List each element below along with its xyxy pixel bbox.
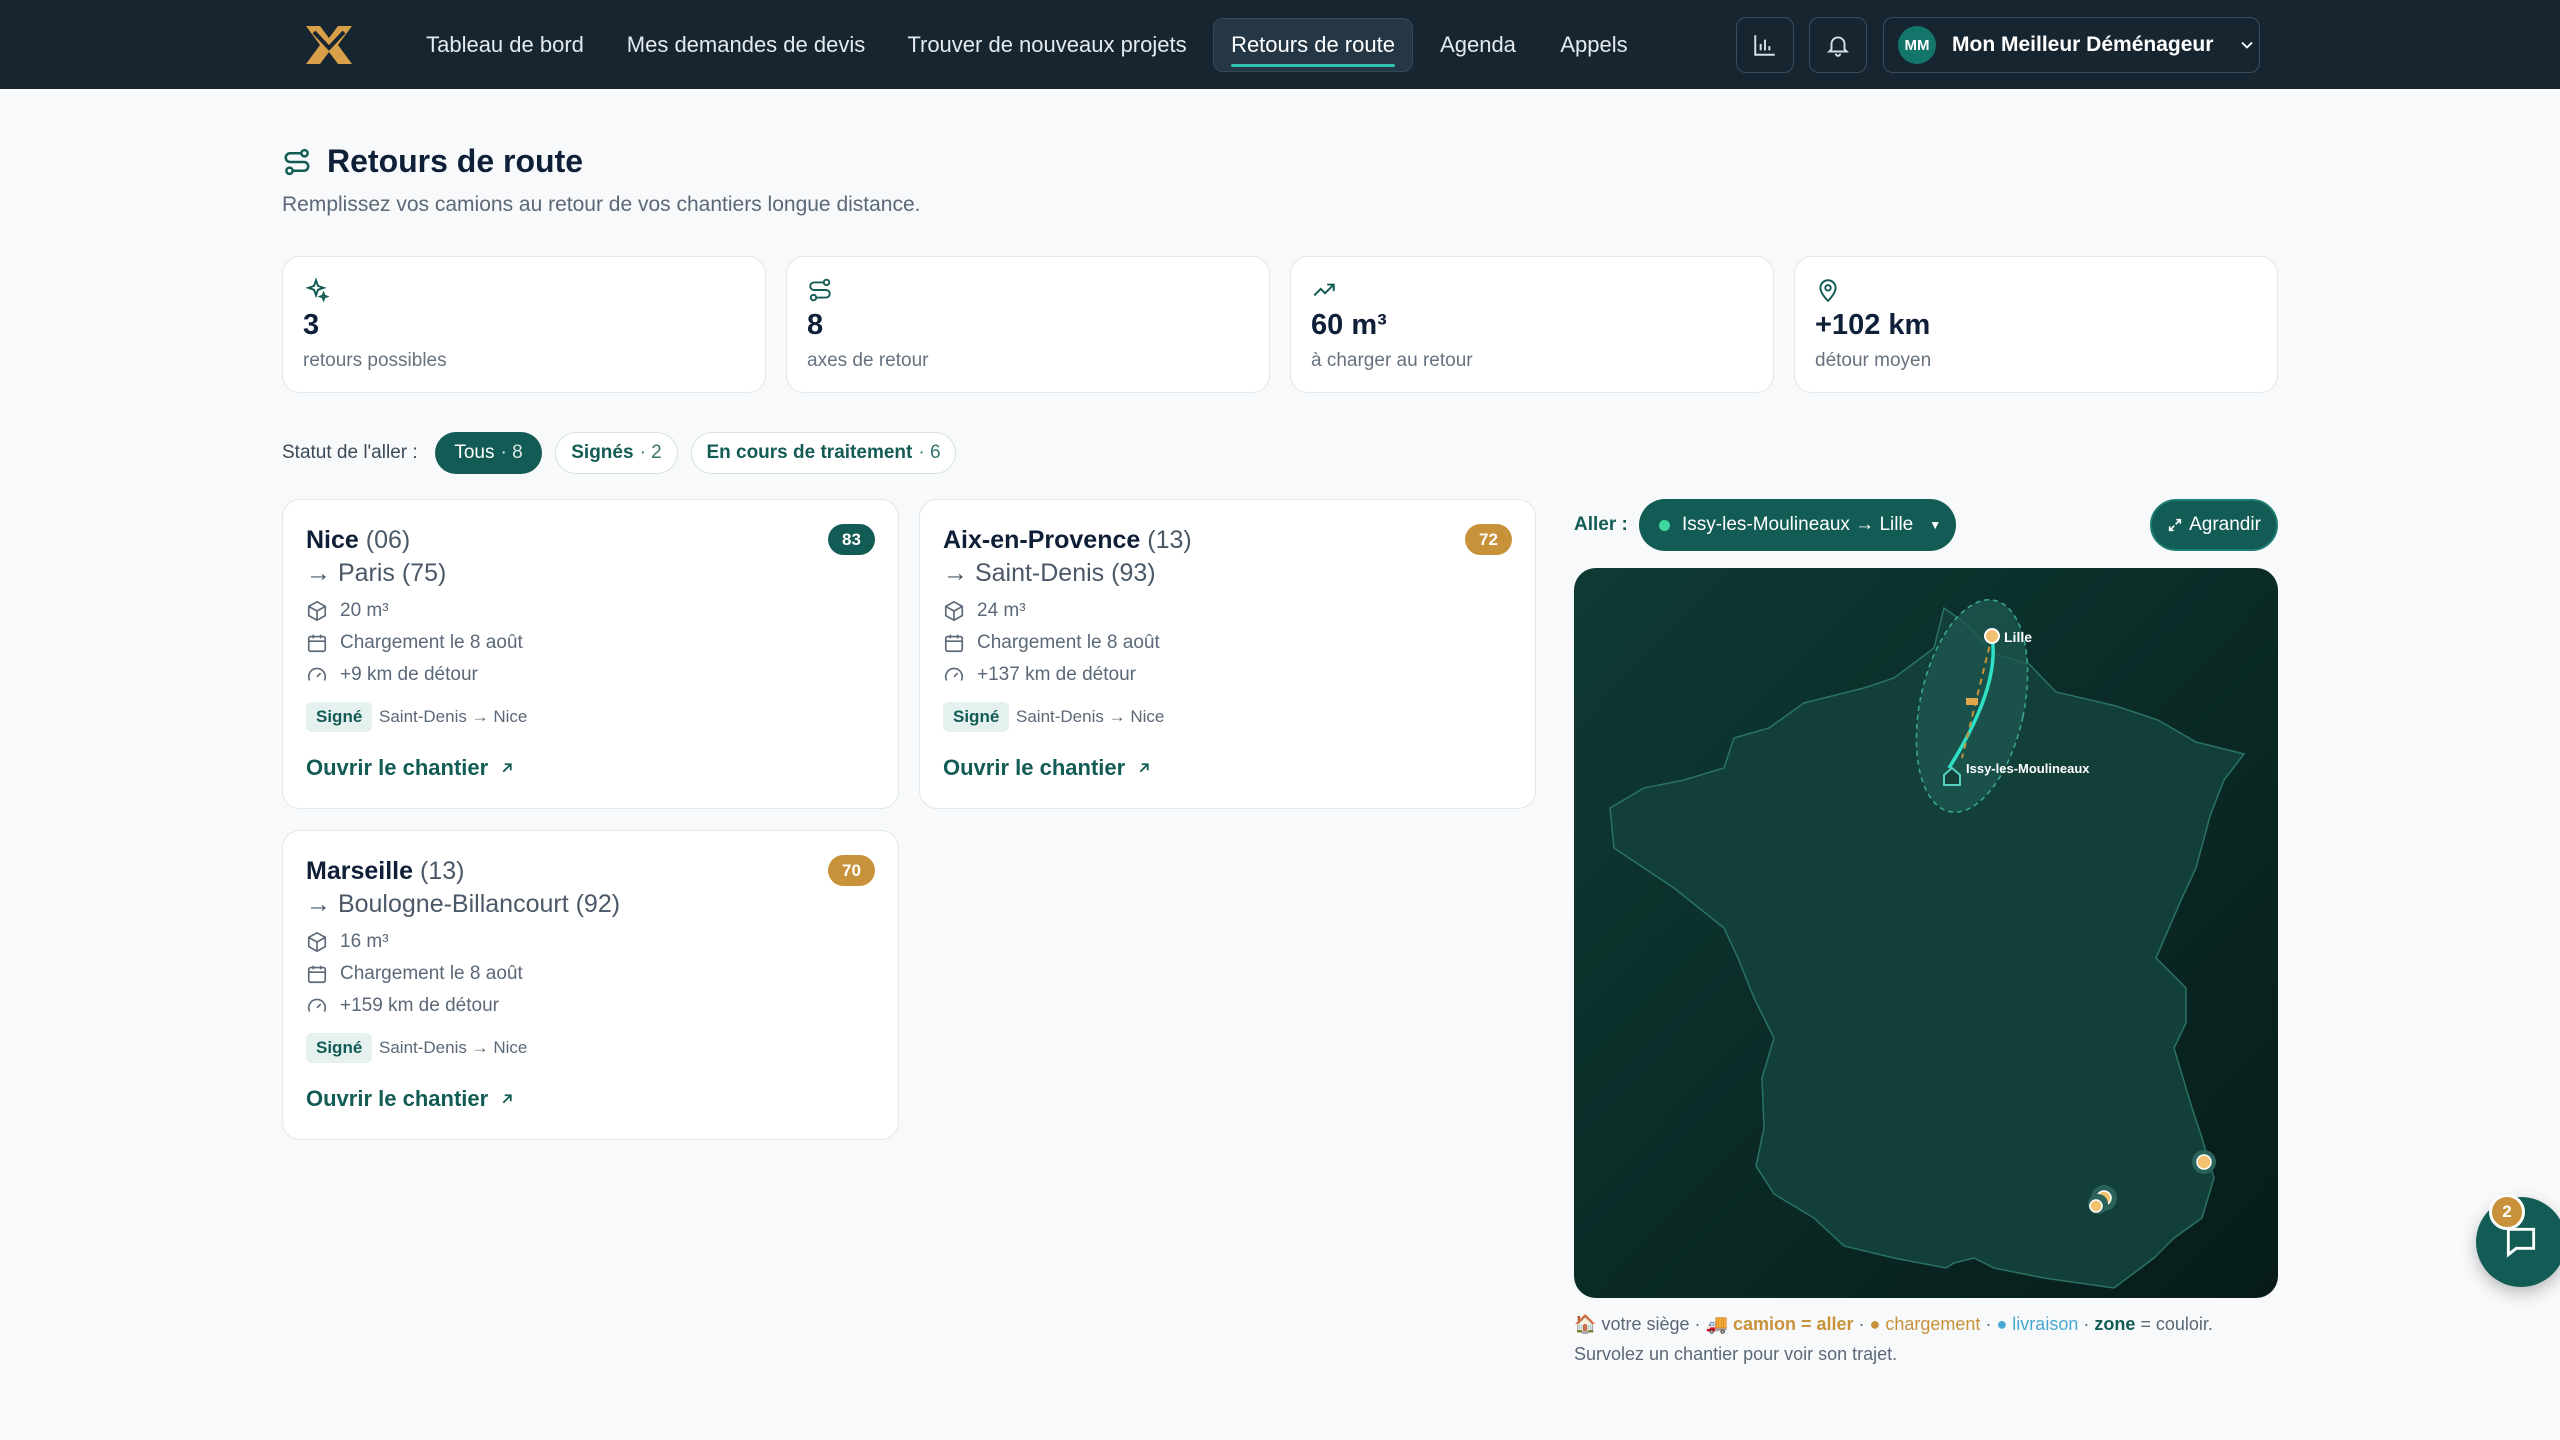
filter-pill-signes[interactable]: Signés · 2 [555, 432, 678, 474]
stat-label: axes de retour [807, 350, 929, 371]
lille-marker [1984, 628, 2000, 644]
open-chantier-link[interactable]: Ouvrir le chantier [306, 1086, 516, 1112]
stat-card-volume: 60 m³ à charger au retour [1290, 256, 1774, 393]
trend-up-icon [1313, 283, 1335, 297]
gauge-icon [307, 998, 327, 1012]
card-detour: +159 km de détour [306, 995, 499, 1017]
stat-value: 3 [303, 309, 320, 341]
bar-chart-icon [1754, 35, 1775, 56]
open-chantier-link[interactable]: Ouvrir le chantier [306, 755, 516, 781]
stat-card-axes: 8 axes de retour [786, 256, 1270, 393]
box-icon [944, 600, 964, 622]
card-detour: +9 km de détour [306, 664, 478, 686]
house-icon: 🏠 [1574, 1314, 1597, 1334]
bell-icon [1826, 36, 1850, 57]
calendar-icon [307, 965, 327, 984]
notifications-button[interactable] [1809, 17, 1867, 73]
stat-label: retours possibles [303, 350, 447, 371]
gauge-icon [944, 667, 964, 681]
user-name: Mon Meilleur Déménageur [1952, 33, 2214, 56]
route-icon [809, 278, 831, 302]
nav-trouver-nouveaux-projets[interactable]: Trouver de nouveaux projets [892, 18, 1202, 72]
card-aller-route: Saint-Denis → Nice [1016, 707, 1165, 726]
box-icon [307, 931, 327, 953]
stats-button[interactable] [1736, 17, 1794, 73]
nav-appels[interactable]: Appels [1544, 18, 1644, 72]
page-subtitle: Remplissez vos camions au retour de vos … [282, 193, 921, 216]
card-aller-route: Saint-Denis → Nice [379, 1038, 528, 1057]
stat-label: détour moyen [1815, 350, 1932, 371]
lille-label: Lille [2004, 629, 2032, 645]
nav-agenda[interactable]: Agenda [1428, 18, 1528, 72]
opportunity-card[interactable]: Marseille (13) → Boulogne-Billancourt (92… [282, 830, 899, 1140]
arrow-up-right-icon [502, 763, 512, 773]
arrow-up-right-icon [502, 1094, 512, 1104]
box-icon [307, 600, 327, 622]
score-badge: 83 [828, 524, 875, 555]
aller-label: Aller : [1574, 514, 1628, 535]
aller-select[interactable]: Issy-les-Moulineaux → Lille ▼ [1639, 499, 1956, 551]
status-badge: Signé [306, 702, 373, 732]
card-title: Nice (06) → Paris (75) [306, 526, 447, 587]
user-menu-button[interactable]: MM Mon Meilleur Déménageur [1883, 17, 2260, 73]
page-title: Retours de route [327, 143, 584, 179]
opportunity-card[interactable]: Aix-en-Provence (13) → Saint-Denis (93) 7… [919, 499, 1536, 809]
card-date: Chargement le 8 août [306, 632, 523, 654]
stat-card-detour: +102 km détour moyen [1794, 256, 2278, 393]
route-icon [284, 148, 310, 176]
nav-retours-de-route[interactable]: Retours de route [1213, 18, 1413, 72]
status-badge: Signé [306, 1033, 373, 1063]
card-title: Marseille (13) → Boulogne-Billancourt (92… [306, 857, 621, 918]
chevron-down-icon [2241, 41, 2254, 49]
stat-value: 8 [807, 309, 824, 341]
chat-unread-badge: 2 [2489, 1194, 2525, 1230]
score-badge: 72 [1465, 524, 1512, 555]
nav-tableau-de-bord[interactable]: Tableau de bord [410, 18, 600, 72]
status-dot [1659, 519, 1670, 531]
expand-icon [2168, 518, 2182, 532]
france-route-map[interactable]: Lille Issy-les-Moulineaux [1574, 568, 2278, 1298]
brand-logo[interactable] [304, 22, 354, 68]
card-title: Aix-en-Provence (13) → Saint-Denis (93) [943, 526, 1192, 587]
loading-point[interactable] [2196, 1154, 2212, 1170]
filter-pill-en-cours[interactable]: En cours de traitement · 6 [691, 432, 956, 474]
stat-value: 60 m³ [1311, 309, 1387, 341]
sparkles-icon [305, 277, 329, 303]
top-navigation-bar: Tableau de bord Mes demandes de devis Tr… [0, 0, 2560, 89]
issy-label: Issy-les-Moulineaux [1966, 761, 2090, 776]
filter-pill-tous[interactable]: Tous · 8 [435, 432, 542, 474]
avatar: MM [1898, 26, 1936, 64]
truck-marker [1966, 698, 1978, 705]
enlarge-map-button[interactable]: Agrandir [2150, 499, 2278, 551]
opportunity-card[interactable]: Nice (06) → Paris (75) 83 20 m³ Chargemen… [282, 499, 899, 809]
card-date: Chargement le 8 août [943, 632, 1160, 654]
gauge-icon [307, 667, 327, 681]
loading-point[interactable] [2089, 1199, 2103, 1213]
stat-card-retours: 3 retours possibles [282, 256, 766, 393]
arrow-up-right-icon [1139, 763, 1149, 773]
caret-down-icon: ▼ [1929, 518, 1942, 532]
truck-icon: 🚚 [1705, 1314, 1728, 1334]
stat-label: à charger au retour [1311, 350, 1473, 371]
card-volume: 24 m³ [943, 600, 1026, 622]
map-legend: 🏠 votre siège · 🚚 camion = aller · ● cha… [1574, 1314, 2213, 1334]
stat-value: +102 km [1815, 309, 1931, 341]
status-badge: Signé [943, 702, 1010, 732]
card-volume: 16 m³ [306, 931, 389, 953]
score-badge: 70 [828, 855, 875, 886]
card-date: Chargement le 8 août [306, 963, 523, 985]
map-hint: Survolez un chantier pour voir son traje… [1574, 1344, 1898, 1364]
filter-label: Statut de l'aller : [282, 442, 418, 463]
calendar-icon [944, 634, 964, 653]
map-pin-icon [1819, 279, 1837, 303]
card-volume: 20 m³ [306, 600, 389, 622]
calendar-icon [307, 634, 327, 653]
open-chantier-link[interactable]: Ouvrir le chantier [943, 755, 1153, 781]
nav-mes-demandes-de-devis[interactable]: Mes demandes de devis [620, 18, 872, 72]
card-detour: +137 km de détour [943, 664, 1136, 686]
card-aller-route: Saint-Denis → Nice [379, 707, 528, 726]
